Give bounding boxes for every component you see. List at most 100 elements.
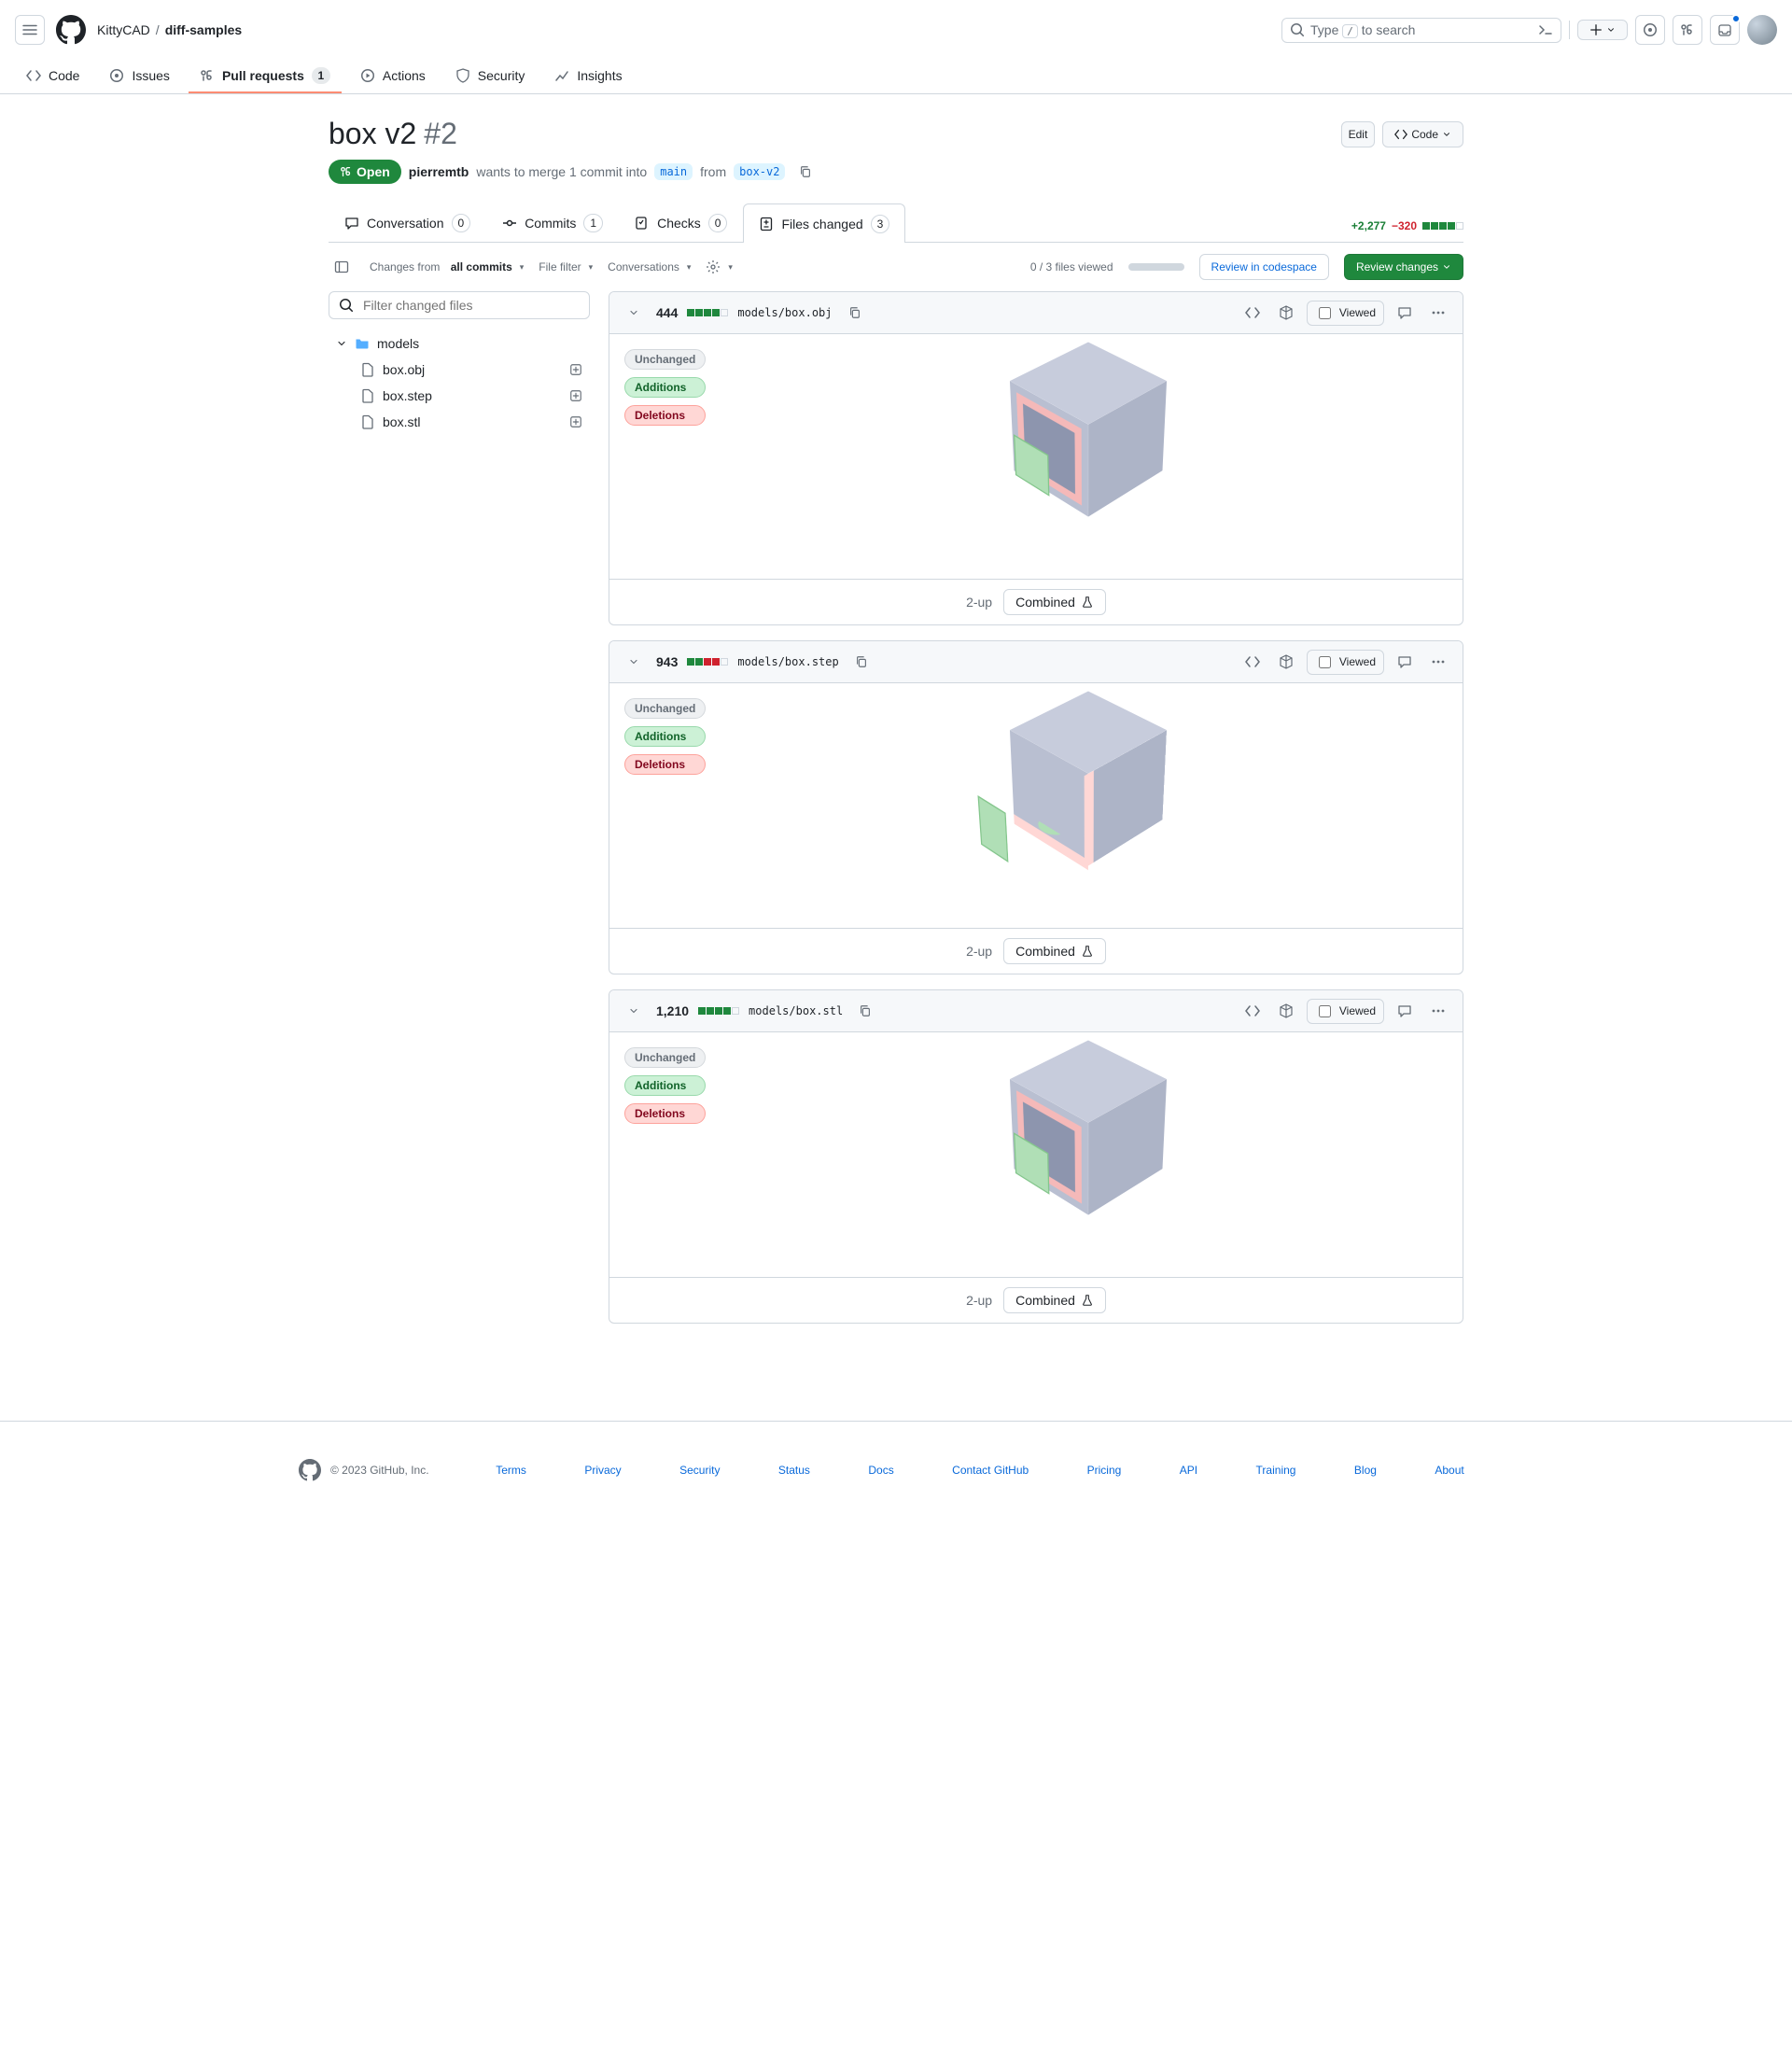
view-mode-combined[interactable]: Combined bbox=[1003, 1287, 1106, 1313]
command-palette-icon bbox=[1538, 22, 1553, 37]
copy-path-button[interactable] bbox=[842, 300, 868, 326]
footer-link[interactable]: Pricing bbox=[1087, 1464, 1122, 1477]
tree-file[interactable]: box.stl bbox=[329, 409, 590, 435]
subtab-commits[interactable]: Commits1 bbox=[486, 203, 619, 242]
comment-button[interactable] bbox=[1392, 300, 1418, 326]
breadcrumb-owner[interactable]: KittyCAD bbox=[97, 22, 150, 37]
collapse-file-button[interactable] bbox=[621, 649, 647, 675]
github-logo[interactable] bbox=[56, 15, 86, 45]
chevron-down-icon bbox=[336, 338, 347, 349]
view-mode-2up[interactable]: 2-up bbox=[966, 595, 992, 610]
edit-button[interactable]: Edit bbox=[1341, 121, 1376, 147]
cube-icon bbox=[1279, 1003, 1294, 1018]
diff-view: 444 models/box.obj Viewed Unchanged Addi… bbox=[609, 291, 1463, 1339]
footer-link[interactable]: Contact GitHub bbox=[952, 1464, 1029, 1477]
breadcrumb-repo[interactable]: diff-samples bbox=[165, 22, 242, 37]
file-menu-button[interactable] bbox=[1425, 300, 1451, 326]
view-source-button[interactable] bbox=[1239, 649, 1266, 675]
create-menu-button[interactable] bbox=[1577, 20, 1628, 40]
footer-link[interactable]: Security bbox=[679, 1464, 720, 1477]
tree-file[interactable]: box.step bbox=[329, 383, 590, 409]
repo-nav: Code Issues Pull requests1 Actions Secur… bbox=[0, 60, 1792, 94]
copy-path-button[interactable] bbox=[852, 998, 878, 1024]
review-changes-button[interactable]: Review changes bbox=[1344, 254, 1463, 280]
footer-link[interactable]: Blog bbox=[1354, 1464, 1377, 1477]
toggle-tree-button[interactable] bbox=[329, 254, 355, 280]
subtab-conversation[interactable]: Conversation0 bbox=[329, 203, 486, 242]
tab-insights[interactable]: Insights bbox=[543, 61, 633, 92]
comment-button[interactable] bbox=[1392, 649, 1418, 675]
pulls-shortcut[interactable] bbox=[1673, 15, 1702, 45]
comment-button[interactable] bbox=[1392, 998, 1418, 1024]
play-icon bbox=[360, 68, 375, 83]
collapse-file-button[interactable] bbox=[621, 998, 647, 1024]
review-in-codespace-button[interactable]: Review in codespace bbox=[1199, 254, 1329, 280]
file-path[interactable]: models/box.stl bbox=[749, 1004, 843, 1017]
copy-path-button[interactable] bbox=[848, 649, 875, 675]
file-path[interactable]: models/box.step bbox=[737, 655, 838, 668]
viewed-checkbox[interactable]: Viewed bbox=[1307, 301, 1384, 326]
tab-code[interactable]: Code bbox=[15, 61, 91, 92]
site-footer: © 2023 GitHub, Inc. TermsPrivacySecurity… bbox=[0, 1421, 1792, 1556]
tab-security[interactable]: Security bbox=[444, 61, 537, 92]
issues-shortcut[interactable] bbox=[1635, 15, 1665, 45]
footer-link[interactable]: API bbox=[1180, 1464, 1197, 1477]
legend-unchanged: Unchanged bbox=[624, 349, 706, 370]
tab-pull-requests[interactable]: Pull requests1 bbox=[189, 60, 342, 93]
pr-author[interactable]: pierremtb bbox=[409, 164, 469, 179]
base-branch[interactable]: main bbox=[654, 163, 693, 180]
tab-actions[interactable]: Actions bbox=[349, 61, 437, 92]
search-icon bbox=[1290, 22, 1305, 37]
diffstat: +2,277 −320 bbox=[1351, 219, 1463, 242]
tree-file[interactable]: box.obj bbox=[329, 357, 590, 383]
viewed-checkbox[interactable]: Viewed bbox=[1307, 650, 1384, 675]
footer-link[interactable]: Docs bbox=[868, 1464, 893, 1477]
view-rich-button[interactable] bbox=[1273, 300, 1299, 326]
file-icon bbox=[360, 414, 375, 429]
notifications-button[interactable] bbox=[1710, 15, 1740, 45]
file-filter-field[interactable] bbox=[361, 297, 580, 314]
viewed-checkbox[interactable]: Viewed bbox=[1307, 999, 1384, 1024]
view-mode-2up[interactable]: 2-up bbox=[966, 1293, 992, 1308]
footer-link[interactable]: Status bbox=[778, 1464, 810, 1477]
diff-settings-menu[interactable] bbox=[706, 259, 733, 274]
avatar[interactable] bbox=[1747, 15, 1777, 45]
menu-button[interactable] bbox=[15, 15, 45, 45]
tree-file-name: box.step bbox=[383, 388, 432, 403]
view-source-button[interactable] bbox=[1239, 998, 1266, 1024]
footer-link[interactable]: About bbox=[1435, 1464, 1463, 1477]
file-diff: 1,210 models/box.stl Viewed Unchanged Ad… bbox=[609, 989, 1463, 1324]
footer-link[interactable]: Privacy bbox=[584, 1464, 621, 1477]
changes-from-menu[interactable]: Changes from all commits bbox=[370, 260, 524, 273]
view-mode-combined[interactable]: Combined bbox=[1003, 938, 1106, 964]
head-branch[interactable]: box-v2 bbox=[734, 163, 785, 180]
file-menu-button[interactable] bbox=[1425, 649, 1451, 675]
subtab-checks[interactable]: Checks0 bbox=[619, 203, 743, 242]
collapse-file-button[interactable] bbox=[621, 300, 647, 326]
code-button[interactable]: Code bbox=[1382, 121, 1463, 147]
subtab-files[interactable]: Files changed3 bbox=[743, 203, 905, 243]
viewed-input[interactable] bbox=[1319, 1005, 1331, 1017]
tree-folder[interactable]: models bbox=[329, 330, 590, 357]
viewed-input[interactable] bbox=[1319, 656, 1331, 668]
file-menu-button[interactable] bbox=[1425, 998, 1451, 1024]
view-rich-button[interactable] bbox=[1273, 998, 1299, 1024]
viewed-input[interactable] bbox=[1319, 307, 1331, 319]
pr-icon bbox=[340, 165, 353, 178]
view-rich-button[interactable] bbox=[1273, 649, 1299, 675]
footer-link[interactable]: Training bbox=[1256, 1464, 1296, 1477]
file-filter-menu[interactable]: File filter bbox=[539, 260, 593, 273]
view-mode-2up[interactable]: 2-up bbox=[966, 944, 992, 959]
diff-added-icon bbox=[569, 363, 582, 376]
view-source-button[interactable] bbox=[1239, 300, 1266, 326]
beaker-icon bbox=[1081, 596, 1094, 609]
copy-branch-button[interactable] bbox=[792, 159, 819, 185]
file-path[interactable]: models/box.obj bbox=[737, 306, 832, 319]
search-input[interactable]: Type / to search bbox=[1281, 18, 1561, 43]
file-filter-input[interactable] bbox=[329, 291, 590, 319]
state-badge: Open bbox=[329, 160, 401, 184]
view-mode-combined[interactable]: Combined bbox=[1003, 589, 1106, 615]
footer-link[interactable]: Terms bbox=[496, 1464, 526, 1477]
conversations-menu[interactable]: Conversations bbox=[608, 260, 691, 273]
tab-issues[interactable]: Issues bbox=[98, 61, 180, 92]
